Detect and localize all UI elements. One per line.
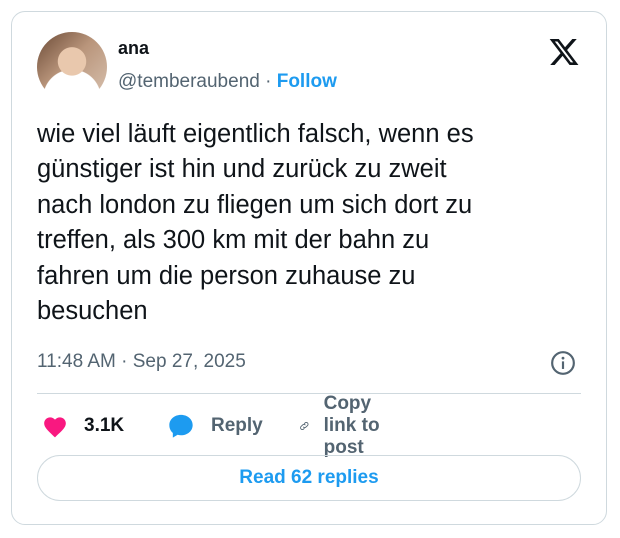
tweet-line: fahren um die person zuhause zu: [37, 261, 416, 290]
heart-icon: [44, 417, 66, 438]
reply-label: Reply: [211, 415, 263, 436]
info-icon[interactable]: [550, 350, 576, 376]
tweet-text: wie viel läuft eigentlich falsch, wenn e…: [37, 117, 577, 329]
copy-link-label: Copy link to post: [323, 393, 380, 458]
follow-button[interactable]: Follow: [277, 71, 337, 92]
tweet-line: wie viel läuft eigentlich falsch, wenn e…: [37, 120, 474, 148]
separator-dot: ·: [265, 71, 272, 92]
x-logo-icon[interactable]: [548, 36, 580, 68]
like-count: 3.1K: [84, 415, 125, 436]
tweet-line: günstiger ist hin und zurück zu zweit: [37, 155, 447, 184]
read-replies-label: Read 62 replies: [239, 467, 379, 488]
link-icon: [300, 422, 309, 430]
tweet-line: nach london zu fliegen um sich dort zu: [37, 190, 473, 219]
copy-link-button[interactable]: Copy link to post: [299, 393, 387, 458]
author-name[interactable]: ana: [118, 38, 149, 59]
avatar[interactable]: [37, 32, 107, 102]
read-replies-button[interactable]: Read 62 replies: [37, 455, 581, 501]
speech-bubble-icon: [169, 414, 193, 438]
tweet-card: ana @temberaubend · Follow wie viel läuf…: [11, 11, 607, 525]
like-button[interactable]: 3.1K: [42, 410, 124, 442]
tweet-line: besuchen: [37, 297, 148, 326]
divider: [37, 393, 581, 394]
timestamp[interactable]: 11:48 AM · Sep 27, 2025: [37, 351, 246, 373]
reply-button[interactable]: Reply: [167, 410, 263, 442]
tweet-line: treffen, als 300 km mit der bahn zu: [37, 226, 430, 255]
author-handle[interactable]: @temberaubend: [118, 71, 260, 92]
author-handle-row: @temberaubend · Follow: [118, 71, 337, 93]
